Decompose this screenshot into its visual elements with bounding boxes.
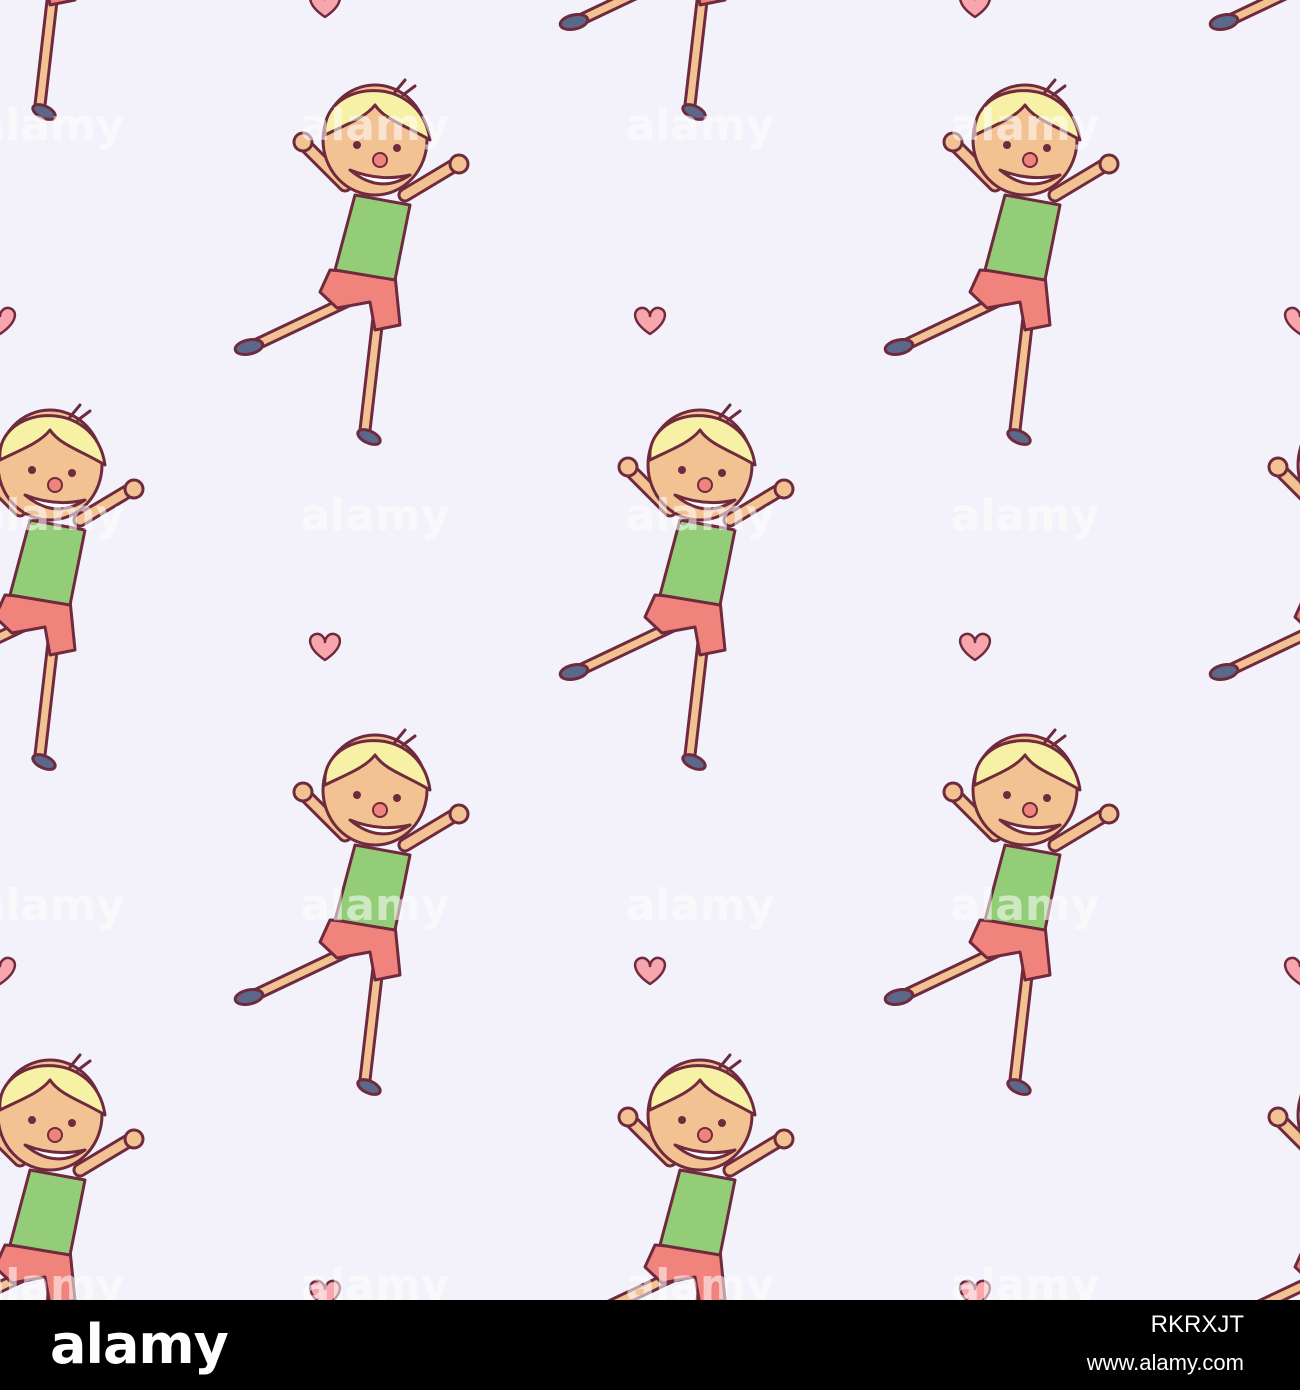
alamy-watermark: alamy	[301, 880, 450, 931]
alamy-watermark: alamy	[626, 100, 775, 151]
alamy-watermark: alamy	[0, 490, 125, 541]
alamy-watermark: alamy	[301, 100, 450, 151]
seamless-pattern: alamy alamy alamy alamy alamy alamy alamy alamy…	[0, 0, 1300, 1300]
footer-bar: alamy RKRXJT www.alamy.com	[0, 1300, 1300, 1390]
alamy-watermark: alamy	[301, 490, 450, 541]
alamy-watermark: alamy	[951, 1260, 1100, 1300]
image-id-label: RKRXJT	[1150, 1311, 1244, 1338]
site-url-label: www.alamy.com	[1086, 1350, 1244, 1375]
alamy-watermark: alamy	[626, 880, 775, 931]
alamy-watermark: alamy	[951, 880, 1100, 931]
alamy-logo: alamy	[50, 1313, 229, 1376]
alamy-watermark: alamy	[301, 1260, 450, 1300]
alamy-watermark: alamy	[626, 1260, 775, 1300]
alamy-watermark: alamy	[951, 490, 1100, 541]
alamy-watermark: alamy	[0, 880, 125, 931]
alamy-watermark: alamy	[0, 100, 125, 151]
alamy-watermark: alamy	[951, 100, 1100, 151]
alamy-watermark: alamy	[626, 490, 775, 541]
alamy-watermark: alamy	[0, 1260, 125, 1300]
